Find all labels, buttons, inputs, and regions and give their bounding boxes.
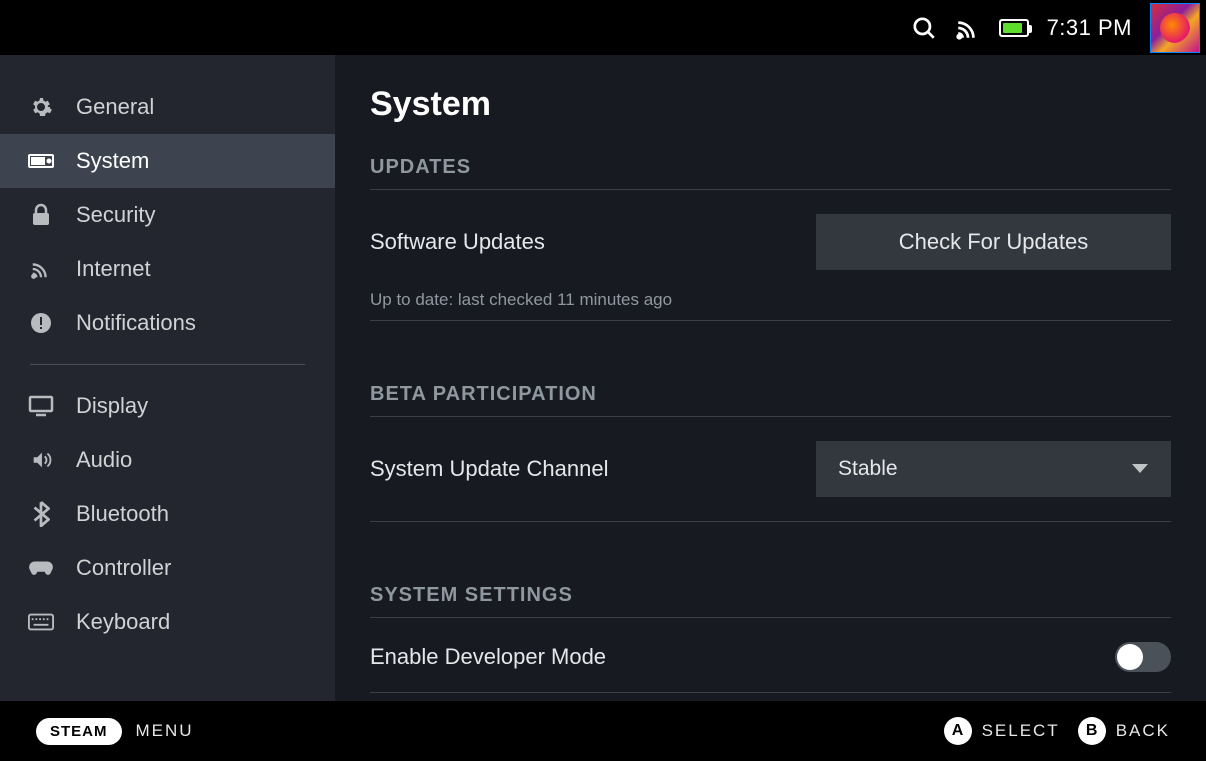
cast-icon[interactable] (955, 15, 981, 41)
sidebar-item-internet[interactable]: Internet (0, 242, 335, 296)
divider (370, 521, 1171, 522)
sidebar-item-label: Notifications (76, 310, 196, 336)
sidebar-item-keyboard[interactable]: Keyboard (0, 595, 335, 649)
gear-icon (28, 94, 54, 120)
sidebar-item-label: Keyboard (76, 609, 170, 635)
clock: 7:31 PM (1047, 15, 1132, 41)
b-button-icon: B (1078, 717, 1106, 745)
console-icon (28, 148, 54, 174)
section-header-beta: BETA PARTICIPATION (370, 383, 1171, 406)
sidebar-item-label: System (76, 148, 149, 174)
sidebar-item-general[interactable]: General (0, 80, 335, 134)
sidebar-item-label: Security (76, 202, 155, 228)
keyboard-icon (28, 609, 54, 635)
sidebar-divider (30, 364, 305, 365)
sidebar-item-label: Display (76, 393, 148, 419)
sidebar-item-label: Audio (76, 447, 132, 473)
alert-icon (28, 310, 54, 336)
a-button-icon: A (944, 717, 972, 745)
back-label: BACK (1116, 721, 1170, 741)
sidebar-item-security[interactable]: Security (0, 188, 335, 242)
divider (370, 189, 1171, 190)
page-title: System (370, 85, 1171, 124)
lock-icon (28, 202, 54, 228)
divider (370, 416, 1171, 417)
sidebar-item-label: Internet (76, 256, 151, 282)
sidebar: General System Security Internet Notific… (0, 55, 335, 701)
sidebar-item-display[interactable]: Display (0, 379, 335, 433)
speaker-icon (28, 447, 54, 473)
divider (370, 617, 1171, 618)
divider (370, 692, 1171, 693)
steam-button[interactable]: STEAM (36, 718, 122, 745)
section-header-updates: UPDATES (370, 156, 1171, 179)
sidebar-item-label: Controller (76, 555, 171, 581)
sidebar-item-notifications[interactable]: Notifications (0, 296, 335, 350)
main-content: System UPDATES Software Updates Check Fo… (335, 55, 1206, 701)
sidebar-item-bluetooth[interactable]: Bluetooth (0, 487, 335, 541)
update-channel-dropdown[interactable]: Stable (816, 441, 1171, 497)
toggle-knob (1117, 644, 1143, 670)
avatar[interactable] (1150, 3, 1200, 53)
footer: STEAM MENU A SELECT B BACK (0, 701, 1206, 761)
update-channel-label: System Update Channel (370, 456, 608, 482)
battery-icon (999, 19, 1029, 37)
bluetooth-icon (28, 501, 54, 527)
developer-mode-toggle[interactable] (1115, 642, 1171, 672)
check-for-updates-button[interactable]: Check For Updates (816, 214, 1171, 270)
topbar: 7:31 PM (0, 0, 1206, 55)
dropdown-value: Stable (838, 457, 898, 481)
sidebar-item-audio[interactable]: Audio (0, 433, 335, 487)
monitor-icon (28, 393, 54, 419)
hint-select[interactable]: A SELECT (944, 717, 1060, 745)
developer-mode-label: Enable Developer Mode (370, 644, 606, 670)
update-status-text: Up to date: last checked 11 minutes ago (370, 290, 1171, 310)
section-header-system-settings: SYSTEM SETTINGS (370, 584, 1171, 607)
hint-back[interactable]: B BACK (1078, 717, 1170, 745)
select-label: SELECT (982, 721, 1060, 741)
wifi-icon (28, 256, 54, 282)
sidebar-item-controller[interactable]: Controller (0, 541, 335, 595)
sidebar-item-label: General (76, 94, 154, 120)
controller-icon (28, 555, 54, 581)
divider (370, 320, 1171, 321)
sidebar-item-label: Bluetooth (76, 501, 169, 527)
sidebar-item-system[interactable]: System (0, 134, 335, 188)
chevron-down-icon (1131, 463, 1149, 475)
search-icon[interactable] (911, 15, 937, 41)
menu-label: MENU (136, 721, 194, 741)
software-updates-label: Software Updates (370, 229, 545, 255)
